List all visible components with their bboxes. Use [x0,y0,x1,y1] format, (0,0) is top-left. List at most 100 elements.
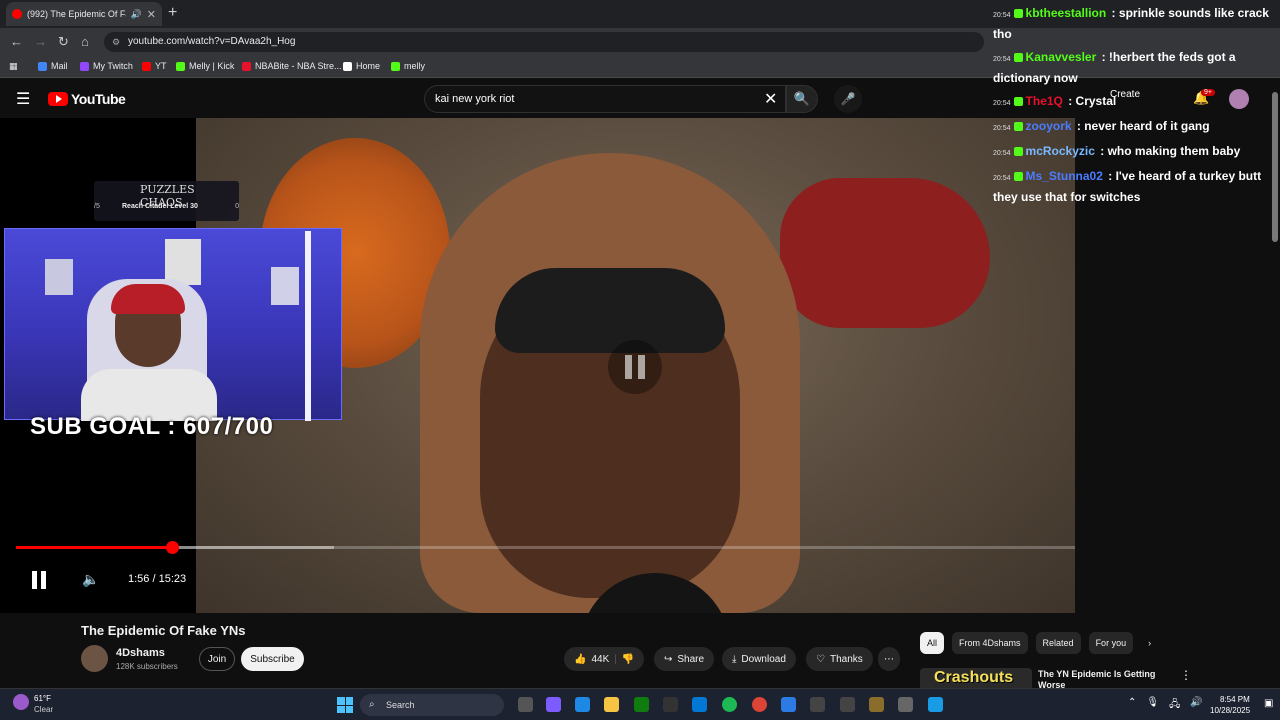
mic-icon[interactable]: 🎙 [1146,697,1159,714]
quest-text: Reach Citadel Level 30 [122,203,198,210]
like-count[interactable]: 44K [591,654,609,665]
bookmark-nbabite[interactable]: NBABite - NBA Stre... [242,61,342,71]
bookmark-home[interactable]: Home [343,61,380,71]
copilot-icon[interactable] [546,697,561,712]
media-player-icon[interactable] [810,697,825,712]
download-button[interactable]: ⤓ Download [722,647,796,671]
home-icon[interactable]: ⌂ [81,34,89,49]
thumbnail-text: Crashouts [934,669,1014,686]
bookmark-twitch[interactable]: My Twitch [80,61,133,71]
voice-search-button[interactable]: 🎤 [834,85,862,113]
wall-poster [165,239,201,285]
address-bar[interactable]: ⚙ youtube.com/watch?v=DAvaa2h_Hog [104,32,984,52]
bookmark-mail[interactable]: Mail [38,61,68,71]
reload-icon[interactable]: ↻ [58,34,69,50]
share-icon: ↪ [664,653,673,665]
dislike-icon[interactable]: 👎 [622,654,634,665]
subscriber-count: 128K subscribers [116,662,178,671]
speaker-icon[interactable]: 🔊 [1190,697,1202,714]
thanks-button[interactable]: ♡ Thanks [806,647,873,671]
obs-icon[interactable] [663,697,678,712]
taskbar-search[interactable]: ⌕ Search [360,694,504,716]
task-view-icon[interactable] [518,697,533,712]
like-dislike-group: 👍 44K | 👎 [564,647,645,671]
streamer-bandana [495,268,725,353]
twitch-icon [80,61,89,71]
kick-icon [391,61,400,71]
progress-bar[interactable] [16,541,1075,554]
chrome-icon[interactable] [752,697,767,712]
clock-date[interactable]: 10/28/2025 [1210,706,1250,715]
wall-poster [45,259,73,295]
photos-icon[interactable] [781,697,796,712]
filter-chip-from-channel[interactable]: From 4Dshams [952,632,1028,654]
recommendation-filters: All From 4Dshams Related For you › [920,632,1158,654]
youtube-logo[interactable]: YouTube [48,91,126,107]
file-explorer-icon[interactable] [604,697,619,712]
filter-chip-all[interactable]: All [920,632,945,654]
forward-icon[interactable]: → [34,34,47,49]
start-icon[interactable] [337,697,353,713]
stream-chat-overlay: 20:54 kbtheestallion : sprinkle sounds li… [990,4,1272,211]
more-actions-button[interactable]: ⋯ [878,647,900,671]
filter-chip-for-you[interactable]: For you [1088,632,1134,654]
store-icon[interactable] [692,697,707,712]
chat-message: 20:54 kbtheestallion : sprinkle sounds li… [993,6,1269,41]
close-tab-icon[interactable]: ✕ [147,8,156,21]
subscribe-button[interactable]: Subscribe [241,647,304,671]
recommendation-title[interactable]: The YN Epidemic Is Getting Worse [1038,669,1178,689]
channel-avatar[interactable] [81,645,108,672]
youtube-play-icon [48,92,68,106]
filter-chip-related[interactable]: Related [1035,632,1081,654]
apps-icon[interactable]: ▦ [9,61,18,72]
audio-icon[interactable]: 🔊 [131,9,142,20]
bookmark-kick[interactable]: Melly | Kick [176,61,234,71]
search-button[interactable]: 🔍 [786,85,818,113]
network-icon[interactable]: 🖧 [1169,697,1180,714]
clock-time[interactable]: 8:54 PM [1220,695,1250,704]
page-scrollbar[interactable] [1272,92,1278,242]
volume-icon[interactable]: 🔈 [82,571,99,588]
game-icon[interactable] [869,697,884,712]
video-title: The Epidemic Of Fake YNs [81,623,246,638]
weather-icon[interactable] [13,694,29,710]
browser-tab[interactable]: (992) The Epidemic Of Fake YNs 🔊 ✕ [6,2,162,26]
settings-icon[interactable] [898,697,913,712]
app-icon[interactable] [840,697,855,712]
bookmark-yt[interactable]: YT [142,61,167,71]
like-icon[interactable]: 👍 [574,654,586,665]
youtube-favicon-icon [12,9,22,19]
video-player[interactable]: PUZZLES CHAOS /5 Reach Citadel Level 30 … [0,118,1075,613]
chevron-right-icon[interactable]: › [1141,632,1158,654]
clear-search-icon[interactable]: ✕ [764,89,777,109]
bookmark-melly[interactable]: melly [391,61,425,71]
pause-button[interactable] [32,571,46,589]
back-icon[interactable]: ← [10,34,23,49]
kick-badge-icon [1013,147,1023,156]
quest-count: 0 [235,203,239,210]
spotify-icon[interactable] [722,697,737,712]
system-tray: ⌃ 🎙 🖧 🔊 [1128,697,1203,714]
search-input[interactable]: kai new york riot [424,85,786,113]
channel-name[interactable]: 4Dshams [116,647,165,659]
tab-title: (992) The Epidemic Of Fake YNs [27,9,126,19]
recommendation-menu-icon[interactable]: ⋮ [1180,668,1192,682]
new-tab-icon[interactable]: + [168,4,177,22]
edge-icon[interactable] [575,697,590,712]
windows-taskbar: 61°F Clear ⌕ Search ⌃ 🎙 🖧 🔊 8:54 PM 10/2… [0,688,1280,720]
share-button[interactable]: ↪ Share [654,647,715,671]
chevron-up-icon[interactable]: ⌃ [1128,697,1136,714]
kick-badge-icon [1013,122,1023,131]
app-icon[interactable] [928,697,943,712]
xbox-icon[interactable] [634,697,649,712]
menu-icon[interactable]: ☰ [16,89,30,109]
more-icon: ⋯ [884,653,894,665]
join-button[interactable]: Join [199,647,235,671]
notification-icon[interactable]: ▣ [1264,698,1273,709]
site-info-icon[interactable]: ⚙ [112,32,120,52]
quest-number: /5 [94,203,100,210]
puzzles-chaos-widget: PUZZLES CHAOS /5 Reach Citadel Level 30 … [94,181,239,221]
weather-temp: 61°F [34,694,51,703]
scrubber-handle[interactable] [165,541,179,554]
center-pause-icon[interactable] [608,340,662,394]
